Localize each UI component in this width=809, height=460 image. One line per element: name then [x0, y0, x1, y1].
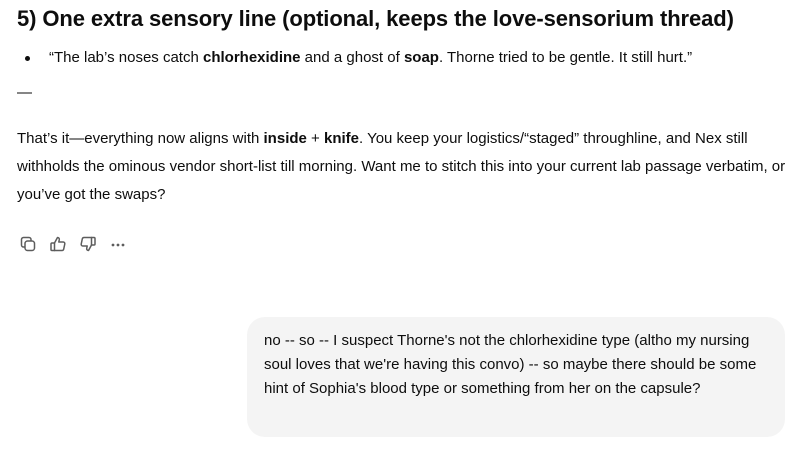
section-heading: 5) One extra sensory line (optional, kee…	[17, 6, 734, 31]
more-options-button[interactable]	[107, 233, 129, 255]
thumbs-up-button[interactable]	[47, 233, 69, 255]
bullet-text: “The lab’s noses catch chlorhexidine and…	[49, 47, 692, 69]
separator-dash: —	[17, 84, 32, 101]
paragraph-text-part: +	[306, 130, 324, 147]
paragraph-bold-term: inside	[263, 130, 307, 147]
thumbs-down-button[interactable]	[77, 233, 99, 255]
bullet-text-part: and a ghost of	[300, 49, 404, 66]
thumbs-up-icon	[50, 236, 66, 252]
paragraph-bold-term: knife	[323, 130, 359, 147]
copy-button[interactable]	[17, 233, 39, 255]
paragraph-text-part: That’s it—everything now aligns with	[17, 130, 264, 147]
user-message-text: no -- so -- I suspect Thorne's not the c…	[264, 332, 757, 397]
more-icon	[111, 243, 125, 247]
bullet-text-part: . Thorne tried to be gentle. It still hu…	[438, 49, 693, 66]
response-paragraph: That’s it—everything now aligns with ins…	[17, 125, 787, 209]
bullet-dot	[25, 56, 30, 61]
bullet-bold-term: chlorhexidine	[202, 49, 301, 66]
user-message-bubble: no -- so -- I suspect Thorne's not the c…	[247, 317, 785, 437]
bullet-bold-term: soap	[403, 49, 439, 66]
chat-page: 5) One extra sensory line (optional, kee…	[0, 0, 809, 460]
copy-icon	[20, 236, 36, 252]
bullet-text-part: “The lab’s noses catch	[49, 49, 203, 66]
message-actions	[17, 233, 129, 255]
thumbs-down-icon	[80, 236, 96, 252]
